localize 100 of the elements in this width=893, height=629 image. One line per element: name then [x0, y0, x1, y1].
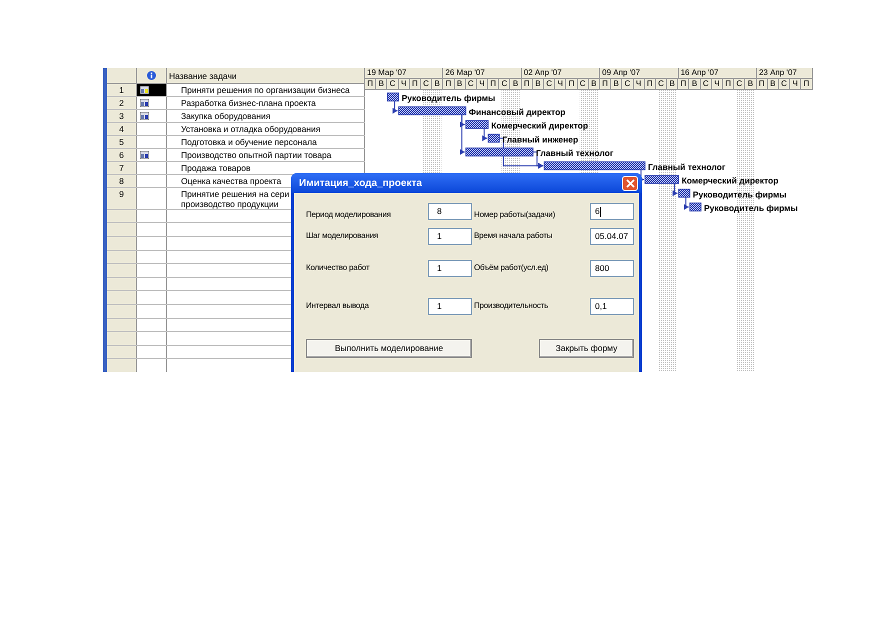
gantt-bar[interactable] [387, 92, 399, 102]
day-header: П [365, 79, 376, 89]
bar-label: Финансовый директор [468, 106, 566, 117]
task-name: Подготовка и обучение персонала [167, 136, 365, 148]
day-header: П [801, 79, 812, 89]
day-header: П [723, 79, 734, 89]
day-header: В [768, 79, 779, 89]
text-field[interactable]: 8 [428, 203, 472, 220]
week-header: 09 Апр '07 [600, 68, 679, 78]
task-name: Разработка бизнес-плана проекта [167, 96, 365, 109]
week-header: 26 Мар '07 [443, 68, 522, 78]
text-field[interactable]: 1 [428, 228, 472, 245]
day-header: С [420, 79, 432, 89]
gantt-bar[interactable] [689, 202, 702, 212]
row-number: 9 [107, 188, 137, 209]
text-field[interactable]: 05.04.07 [590, 228, 634, 245]
day-header: Ч [790, 79, 802, 89]
column-header[interactable]: Название задачи [167, 68, 365, 83]
bar-label: Комерческий директор [682, 176, 778, 186]
gantt-bar[interactable] [398, 106, 466, 116]
row-number: 6 [107, 148, 137, 161]
text-caret [600, 206, 601, 216]
task-name: Установка и отладка оборудования [167, 122, 365, 135]
week-header: 19 Мар '07 [365, 68, 444, 78]
text-field[interactable]: 6 [590, 203, 634, 220]
row-number [107, 359, 137, 372]
day-header: В [745, 79, 757, 89]
row-number: 4 [107, 122, 137, 135]
field-label: Интервал вывода [306, 300, 370, 312]
text-field[interactable]: 800 [590, 260, 634, 277]
day-header: С [700, 79, 712, 89]
day-header: Ч [398, 79, 410, 89]
row-number: 8 [107, 174, 137, 187]
gantt-bar[interactable] [544, 161, 646, 170]
text-field[interactable]: 1 [428, 298, 472, 315]
day-header: П [600, 79, 612, 89]
field-label: Номер работы(задачи) [474, 209, 556, 221]
bar-label: Комерческий директор [491, 120, 588, 130]
row-number: 3 [107, 110, 137, 122]
day-header: В [376, 79, 388, 89]
day-header: Ч [712, 79, 723, 89]
bar-label: Главный технолог [536, 148, 614, 158]
day-header: В [689, 79, 701, 89]
gantt-bar[interactable] [678, 188, 690, 198]
row-number [107, 278, 137, 290]
gantt-bar[interactable] [644, 175, 679, 184]
field-label: Производительность [474, 300, 550, 312]
day-header: П [410, 79, 421, 89]
field-label: Шаг моделирования [306, 230, 380, 242]
day-header: П [678, 79, 690, 89]
day-header: П [566, 79, 578, 89]
day-header: Ч [555, 79, 566, 89]
field-label: Время начала работы [474, 230, 554, 242]
table-icon [140, 98, 149, 107]
bar-label: Руководитель фирмы [402, 93, 496, 103]
close-button[interactable] [622, 176, 638, 190]
text-field[interactable]: 1 [428, 260, 472, 277]
day-header: В [667, 79, 678, 89]
row-number: 5 [107, 136, 137, 148]
field-label: Количество работ [306, 262, 370, 274]
table-icon [140, 86, 149, 94]
gantt-bar[interactable] [465, 148, 534, 156]
day-header: С [622, 79, 634, 89]
field-label: Объём работ(усл.ед) [474, 262, 550, 274]
day-header: П [522, 79, 533, 89]
row-number [107, 250, 137, 264]
week-header: 02 Апр '07 [522, 68, 600, 78]
day-header: С [387, 79, 399, 89]
day-header: П [443, 79, 454, 89]
row-number [107, 210, 137, 222]
day-header: С [734, 79, 746, 89]
week-header: 16 Апр '07 [678, 68, 757, 78]
row-number [107, 332, 137, 345]
gantt-bar[interactable] [488, 134, 500, 143]
table-icon [140, 150, 149, 159]
day-header: В [432, 79, 444, 89]
dialog-button[interactable]: Закрыть форму [539, 339, 634, 358]
task-name: Производство опытной партии товара [167, 148, 365, 161]
day-header: Ч [634, 79, 645, 89]
day-header: Ч [476, 79, 488, 89]
row-number [107, 346, 137, 358]
info-icon [147, 71, 156, 80]
day-header: В [510, 79, 522, 89]
day-header: В [588, 79, 600, 89]
task-name: Закупка оборудования [167, 110, 365, 122]
day-header: С [656, 79, 668, 89]
row-number [107, 291, 137, 304]
gantt-bar[interactable] [465, 120, 489, 129]
day-header: С [544, 79, 556, 89]
row-number [107, 223, 137, 236]
text-field[interactable]: 0,1 [590, 298, 634, 315]
close-icon [626, 178, 634, 188]
table-icon [140, 112, 149, 120]
bar-label: Руководитель фирмы [704, 203, 798, 213]
row-number [107, 304, 137, 318]
dialog-button[interactable]: Выполнить моделирование [306, 339, 472, 358]
row-number: 1 [107, 84, 137, 96]
day-header: В [532, 79, 544, 89]
field-label: Период моделирования [306, 209, 392, 221]
day-header: П [488, 79, 500, 89]
